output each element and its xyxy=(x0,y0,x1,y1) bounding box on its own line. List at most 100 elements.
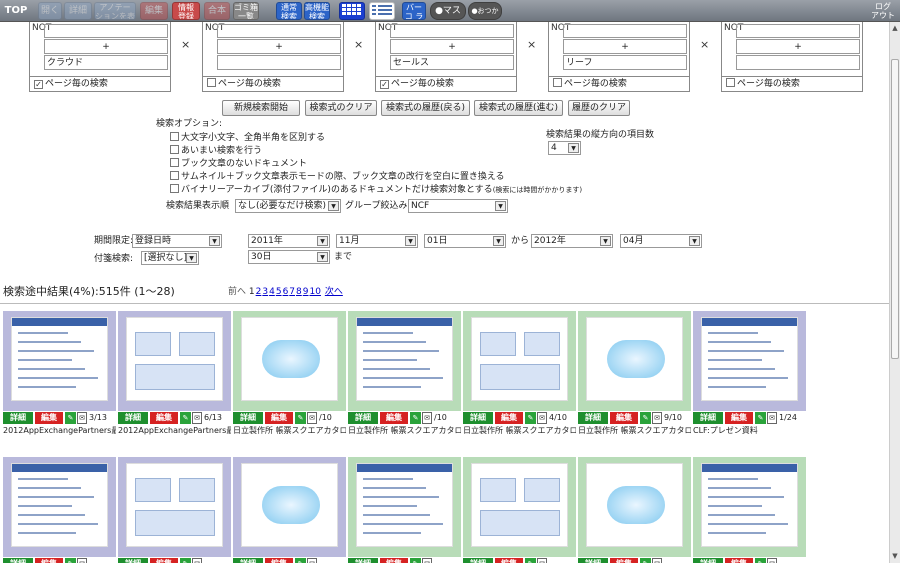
thumbnail-card[interactable] xyxy=(3,311,116,411)
page-search-option[interactable]: ページ毎の検索 xyxy=(722,76,862,91)
detail-button[interactable]: 詳細 xyxy=(693,558,723,563)
add-term-button[interactable]: + xyxy=(217,39,341,54)
thumbnail-card[interactable] xyxy=(118,457,231,557)
pen-icon[interactable]: ✎ xyxy=(295,412,306,424)
detail-button[interactable]: 詳細 xyxy=(463,558,493,563)
document-thumbnail[interactable] xyxy=(701,317,798,401)
logout-button[interactable]: ログ アウト xyxy=(870,2,896,20)
search-term-input[interactable]: リーフ xyxy=(563,55,687,70)
thumbnail-card[interactable] xyxy=(3,457,116,557)
detail-button[interactable]: 詳細 xyxy=(693,412,723,424)
document-thumbnail[interactable] xyxy=(126,317,223,401)
page-search-option[interactable]: ✓ ページ毎の検索 xyxy=(376,76,516,91)
edit-button[interactable]: 編集 xyxy=(35,412,63,424)
edit-button[interactable]: 編集 xyxy=(380,558,408,563)
page-link[interactable]: 5 xyxy=(276,287,282,297)
page-link[interactable]: 8 xyxy=(296,287,302,297)
mail-icon[interactable]: ✉ xyxy=(767,412,777,424)
tag-select[interactable]: [選択なし] ▼ xyxy=(141,251,199,265)
mail-icon[interactable]: ✉ xyxy=(192,558,202,563)
thumbnail-card[interactable] xyxy=(348,311,461,411)
detail-button[interactable]: 詳細 xyxy=(578,558,608,563)
detail-button[interactable]: 詳細 xyxy=(3,558,33,563)
document-thumbnail[interactable] xyxy=(701,463,798,547)
mail-icon[interactable]: ✉ xyxy=(307,412,317,424)
normal-search-button[interactable]: 通常 検索 xyxy=(276,2,302,20)
thumbnail-card[interactable] xyxy=(118,311,231,411)
mail-icon[interactable]: ✉ xyxy=(307,558,317,563)
mail-icon[interactable]: ✉ xyxy=(652,558,662,563)
pen-icon[interactable]: ✎ xyxy=(180,558,191,563)
detail-button[interactable]: 詳細 xyxy=(348,412,378,424)
document-thumbnail[interactable] xyxy=(586,463,683,547)
pen-icon[interactable]: ✎ xyxy=(755,412,766,424)
checkbox[interactable] xyxy=(726,78,735,87)
info-register-button[interactable]: 情報 登録 xyxy=(172,2,200,20)
pen-icon[interactable]: ✎ xyxy=(65,412,76,424)
trash-list-button[interactable]: ゴミ箱 一覧 xyxy=(233,2,259,20)
document-thumbnail[interactable] xyxy=(126,463,223,547)
new-search-button[interactable]: 新規検索開始 xyxy=(222,100,300,116)
mail-icon[interactable]: ✉ xyxy=(767,558,777,563)
to-month-select[interactable]: 04月 ▼ xyxy=(620,234,702,248)
mail-icon[interactable]: ✉ xyxy=(77,412,87,424)
pen-icon[interactable]: ✎ xyxy=(640,558,651,563)
pen-icon[interactable]: ✎ xyxy=(755,558,766,563)
document-thumbnail[interactable] xyxy=(586,317,683,401)
thumbnail-card[interactable] xyxy=(233,311,346,411)
card-caption[interactable]: 日立製作所 帳票スクエアカタログと説 xyxy=(463,426,576,436)
edit-button[interactable]: 編集 xyxy=(35,558,63,563)
search-term-input[interactable] xyxy=(44,24,168,38)
search-term-input[interactable] xyxy=(736,55,860,70)
page-link[interactable]: 4 xyxy=(269,287,275,297)
detail-button[interactable]: 詳細 xyxy=(233,558,263,563)
next-link[interactable]: 次へ xyxy=(325,287,343,297)
clear-query-button[interactable]: 検索式のクリア xyxy=(305,100,377,116)
document-thumbnail[interactable] xyxy=(11,463,108,547)
barcode-button[interactable]: バーコ ライズ xyxy=(402,2,426,20)
page-search-option[interactable]: ✓ ページ毎の検索 xyxy=(30,76,170,91)
document-thumbnail[interactable] xyxy=(356,317,453,401)
page-link[interactable]: 1 xyxy=(249,287,255,297)
page-link[interactable]: 2 xyxy=(256,287,262,297)
annotation-button[interactable]: アノテー ションを表示 xyxy=(94,2,136,20)
detail-button[interactable]: 詳細 xyxy=(64,2,92,20)
thumbnail-card[interactable] xyxy=(578,311,691,411)
thumbnail-card[interactable] xyxy=(463,311,576,411)
thumbnail-card[interactable] xyxy=(693,311,806,411)
to-year-select[interactable]: 2012年 ▼ xyxy=(531,234,613,248)
edit-button[interactable]: 編集 xyxy=(610,412,638,424)
thumbnail-card[interactable] xyxy=(348,457,461,557)
merge-button[interactable]: 合本 xyxy=(204,2,230,20)
master-toggle[interactable]: ●マスタ xyxy=(430,2,466,20)
prev-link[interactable]: 前へ xyxy=(228,287,246,297)
checkbox[interactable] xyxy=(553,78,562,87)
document-thumbnail[interactable] xyxy=(241,463,338,547)
add-term-button[interactable]: + xyxy=(44,39,168,54)
document-thumbnail[interactable] xyxy=(471,463,568,547)
page-link[interactable]: 6 xyxy=(283,287,289,297)
pen-icon[interactable]: ✎ xyxy=(525,558,536,563)
edit-button[interactable]: 編集 xyxy=(495,412,523,424)
option-case[interactable]: 大文字小文字、全角半角を区別する xyxy=(170,132,325,144)
pen-icon[interactable]: ✎ xyxy=(295,558,306,563)
document-thumbnail[interactable] xyxy=(241,317,338,401)
edit-button[interactable]: 編集 xyxy=(150,412,178,424)
vertical-scrollbar[interactable]: ▲ ▼ xyxy=(889,22,900,563)
edit-button[interactable]: 編集 xyxy=(380,412,408,424)
pen-icon[interactable]: ✎ xyxy=(410,558,421,563)
thumbnail-card[interactable] xyxy=(578,457,691,557)
days-select[interactable]: 30日 ▼ xyxy=(248,250,330,264)
option-no-text[interactable]: ブック文章のないドキュメント xyxy=(170,158,307,170)
edit-button[interactable]: 編集 xyxy=(725,558,753,563)
add-term-button[interactable]: + xyxy=(563,39,687,54)
checkbox[interactable] xyxy=(170,158,179,167)
order-select[interactable]: なし(必要なだけ検索) ▼ xyxy=(235,199,341,213)
page-link[interactable]: 9 xyxy=(303,287,309,297)
page-link[interactable]: 7 xyxy=(289,287,295,297)
search-term-input[interactable] xyxy=(217,55,341,70)
edit-button[interactable]: 編集 xyxy=(265,558,293,563)
thumbnail-card[interactable] xyxy=(693,457,806,557)
mail-icon[interactable]: ✉ xyxy=(537,558,547,563)
edit-button[interactable]: 編集 xyxy=(495,558,523,563)
